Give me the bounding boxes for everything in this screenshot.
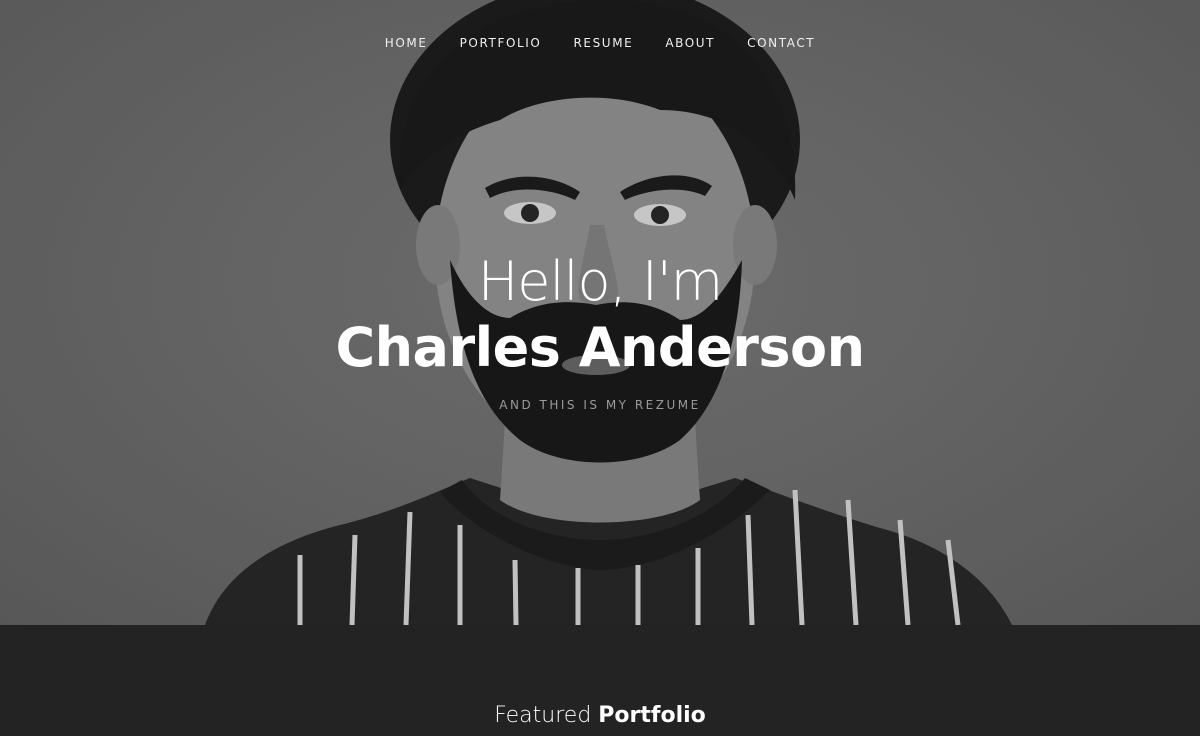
main-nav: HOME PORTFOLIO RESUME ABOUT CONTACT [0, 36, 1200, 50]
nav-portfolio[interactable]: PORTFOLIO [460, 36, 542, 50]
nav-contact[interactable]: CONTACT [747, 36, 815, 50]
hero-name: Charles Anderson [335, 316, 865, 379]
hero-section: HOME PORTFOLIO RESUME ABOUT CONTACT Hell… [0, 0, 1200, 625]
heading-light-text: Featured [494, 703, 592, 728]
featured-portfolio-heading: Featured Portfolio [0, 703, 1200, 728]
hero-greeting: Hello, I'm [477, 250, 724, 313]
nav-home[interactable]: HOME [385, 36, 428, 50]
heading-bold-text: Portfolio [598, 703, 706, 728]
hero-tagline: AND THIS IS MY REZUME [499, 398, 701, 412]
nav-about[interactable]: ABOUT [665, 36, 715, 50]
nav-resume[interactable]: RESUME [573, 36, 633, 50]
